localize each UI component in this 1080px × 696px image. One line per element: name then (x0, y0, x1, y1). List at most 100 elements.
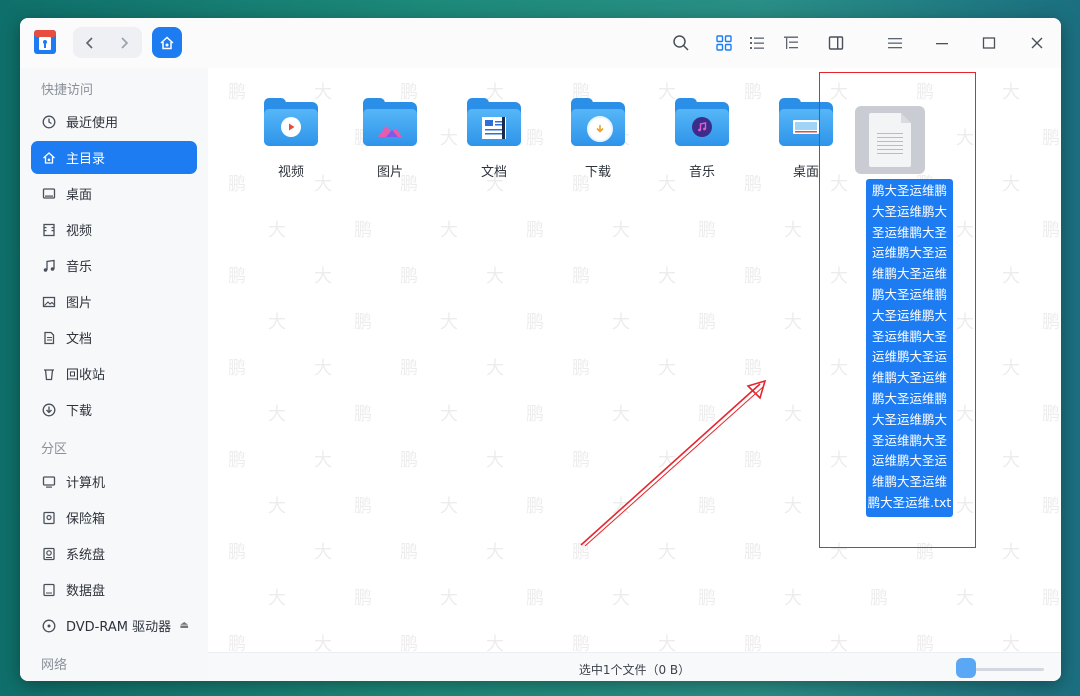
pictures-folder-icon (363, 98, 417, 146)
watermark-glyph: 大 (784, 496, 802, 517)
forward-button[interactable] (107, 27, 141, 58)
watermark-glyph: 大 (440, 588, 458, 609)
search-button[interactable] (670, 32, 692, 54)
sidebar-item-videos[interactable]: 视频 (31, 213, 197, 246)
watermark-glyph: 鹏 (698, 496, 716, 517)
watermark-glyph: 鹏 (400, 542, 418, 563)
optical-disc-icon (41, 618, 57, 634)
sidebar-item-dvd-drive[interactable]: DVD-RAM 驱动器 ⏏ (31, 609, 197, 642)
watermark-glyph: 鹏 (228, 358, 246, 379)
watermark-glyph: 鹏 (354, 588, 372, 609)
breadcrumb-home-button[interactable] (152, 27, 182, 58)
watermark-glyph: 大 (612, 496, 630, 517)
sidebar-item-music[interactable]: 音乐 (31, 249, 197, 282)
watermark-glyph: 鹏 (228, 266, 246, 287)
chevron-left-icon (85, 36, 93, 49)
watermark-glyph: 大 (314, 634, 332, 652)
watermark-glyph: 大 (440, 404, 458, 425)
folder-item-videos[interactable]: 视频 (251, 98, 331, 180)
watermark-glyph: 大 (314, 542, 332, 563)
watermark-glyph: 大 (784, 404, 802, 425)
close-button[interactable] (1026, 32, 1048, 54)
sidebar-item-trash[interactable]: 回收站 (31, 357, 197, 390)
watermark-glyph: 大 (658, 266, 676, 287)
app-logo-icon (31, 27, 59, 57)
list-view-button[interactable] (746, 32, 768, 54)
watermark-glyph: 大 (658, 450, 676, 471)
file-name: 视频 (277, 165, 304, 180)
watermark-glyph: 鹏 (400, 634, 418, 652)
tree-view-button[interactable] (780, 32, 802, 54)
folder-item-documents[interactable]: 文档 (454, 98, 534, 180)
minimize-button[interactable] (931, 32, 953, 54)
folder-item-downloads[interactable]: 下载 (558, 98, 638, 180)
chevron-right-icon (121, 36, 129, 49)
sidebar-item-label: 桌面 (66, 188, 93, 203)
back-button[interactable] (73, 27, 107, 58)
watermark-glyph: 大 (956, 588, 974, 609)
sidebar-item-desktop[interactable]: 桌面 (31, 177, 197, 210)
watermark-glyph: 大 (440, 496, 458, 517)
watermark-glyph: 大 (486, 358, 504, 379)
sidebar-item-data-disk[interactable]: 数据盘 (31, 573, 197, 606)
sidebar-item-downloads[interactable]: 下载 (31, 393, 197, 426)
watermark-glyph: 大 (1002, 174, 1020, 195)
sidebar: 快捷访问 最近使用 主目录 桌面 视频 音乐 图片 文档 回收站 下载 分区 计… (20, 68, 208, 681)
sidebar-item-label: 计算机 (66, 476, 106, 491)
watermark-glyph: 鹏 (354, 312, 372, 333)
watermark-glyph: 鹏 (228, 450, 246, 471)
trash-icon (41, 366, 57, 382)
sidebar-item-computer[interactable]: 计算机 (31, 465, 197, 498)
file-name: 图片 (376, 165, 403, 180)
watermark-glyph: 大 (314, 266, 332, 287)
watermark-glyph: 鹏 (572, 266, 590, 287)
grid-view-icon (716, 35, 732, 51)
sidebar-item-vault[interactable]: 保险箱 (31, 501, 197, 534)
main-menu-button[interactable] (884, 32, 906, 54)
monitor-icon (41, 474, 57, 490)
watermark-glyph: 鹏 (572, 542, 590, 563)
watermark-glyph: 鹏 (228, 82, 246, 103)
watermark-glyph: 鹏 (354, 220, 372, 241)
sidebar-item-label: 文档 (66, 332, 93, 347)
watermark-glyph: 鹏 (744, 542, 762, 563)
watermark-glyph: 鹏 (1042, 128, 1060, 149)
sidebar-item-home[interactable]: 主目录 (31, 141, 197, 174)
watermark-glyph: 大 (830, 634, 848, 652)
sidebar-item-pictures[interactable]: 图片 (31, 285, 197, 318)
sidebar-item-label: 音乐 (66, 260, 93, 275)
sidebar-item-recent[interactable]: 最近使用 (31, 105, 197, 138)
file-name: 文档 (480, 165, 507, 180)
sidebar-item-label: 主目录 (66, 152, 106, 167)
watermark-glyph: 鹏 (744, 82, 762, 103)
folder-item-pictures[interactable]: 图片 (350, 98, 430, 180)
sidebar-group-network: 网络 (41, 658, 68, 673)
eject-icon[interactable]: ⏏ (180, 620, 189, 631)
icon-size-slider-handle[interactable] (956, 658, 976, 678)
watermark-glyph: 大 (1002, 634, 1020, 652)
watermark-glyph: 鹏 (1042, 404, 1060, 425)
film-icon (41, 222, 57, 238)
home-icon (160, 35, 174, 49)
watermark-glyph: 鹏 (228, 542, 246, 563)
watermark-glyph: 大 (612, 220, 630, 241)
watermark-glyph: 鹏 (354, 496, 372, 517)
watermark-glyph: 大 (486, 634, 504, 652)
watermark-glyph: 大 (784, 220, 802, 241)
watermark-glyph: 大 (268, 404, 286, 425)
watermark-glyph: 大 (612, 588, 630, 609)
watermark-glyph: 鹏 (698, 588, 716, 609)
safe-icon (41, 510, 57, 526)
icon-view-button[interactable] (713, 32, 735, 54)
watermark-glyph: 鹏 (1042, 312, 1060, 333)
watermark-glyph: 鹏 (400, 358, 418, 379)
detail-panel-button[interactable] (825, 32, 847, 54)
maximize-button[interactable] (978, 32, 1000, 54)
watermark-glyph: 鹏 (744, 266, 762, 287)
sidebar-item-documents[interactable]: 文档 (31, 321, 197, 354)
search-icon (673, 35, 689, 51)
sidebar-item-system-disk[interactable]: 系统盘 (31, 537, 197, 570)
desktop-icon (41, 186, 57, 202)
folder-item-music[interactable]: 音乐 (662, 98, 742, 180)
watermark-glyph: 鹏 (698, 404, 716, 425)
